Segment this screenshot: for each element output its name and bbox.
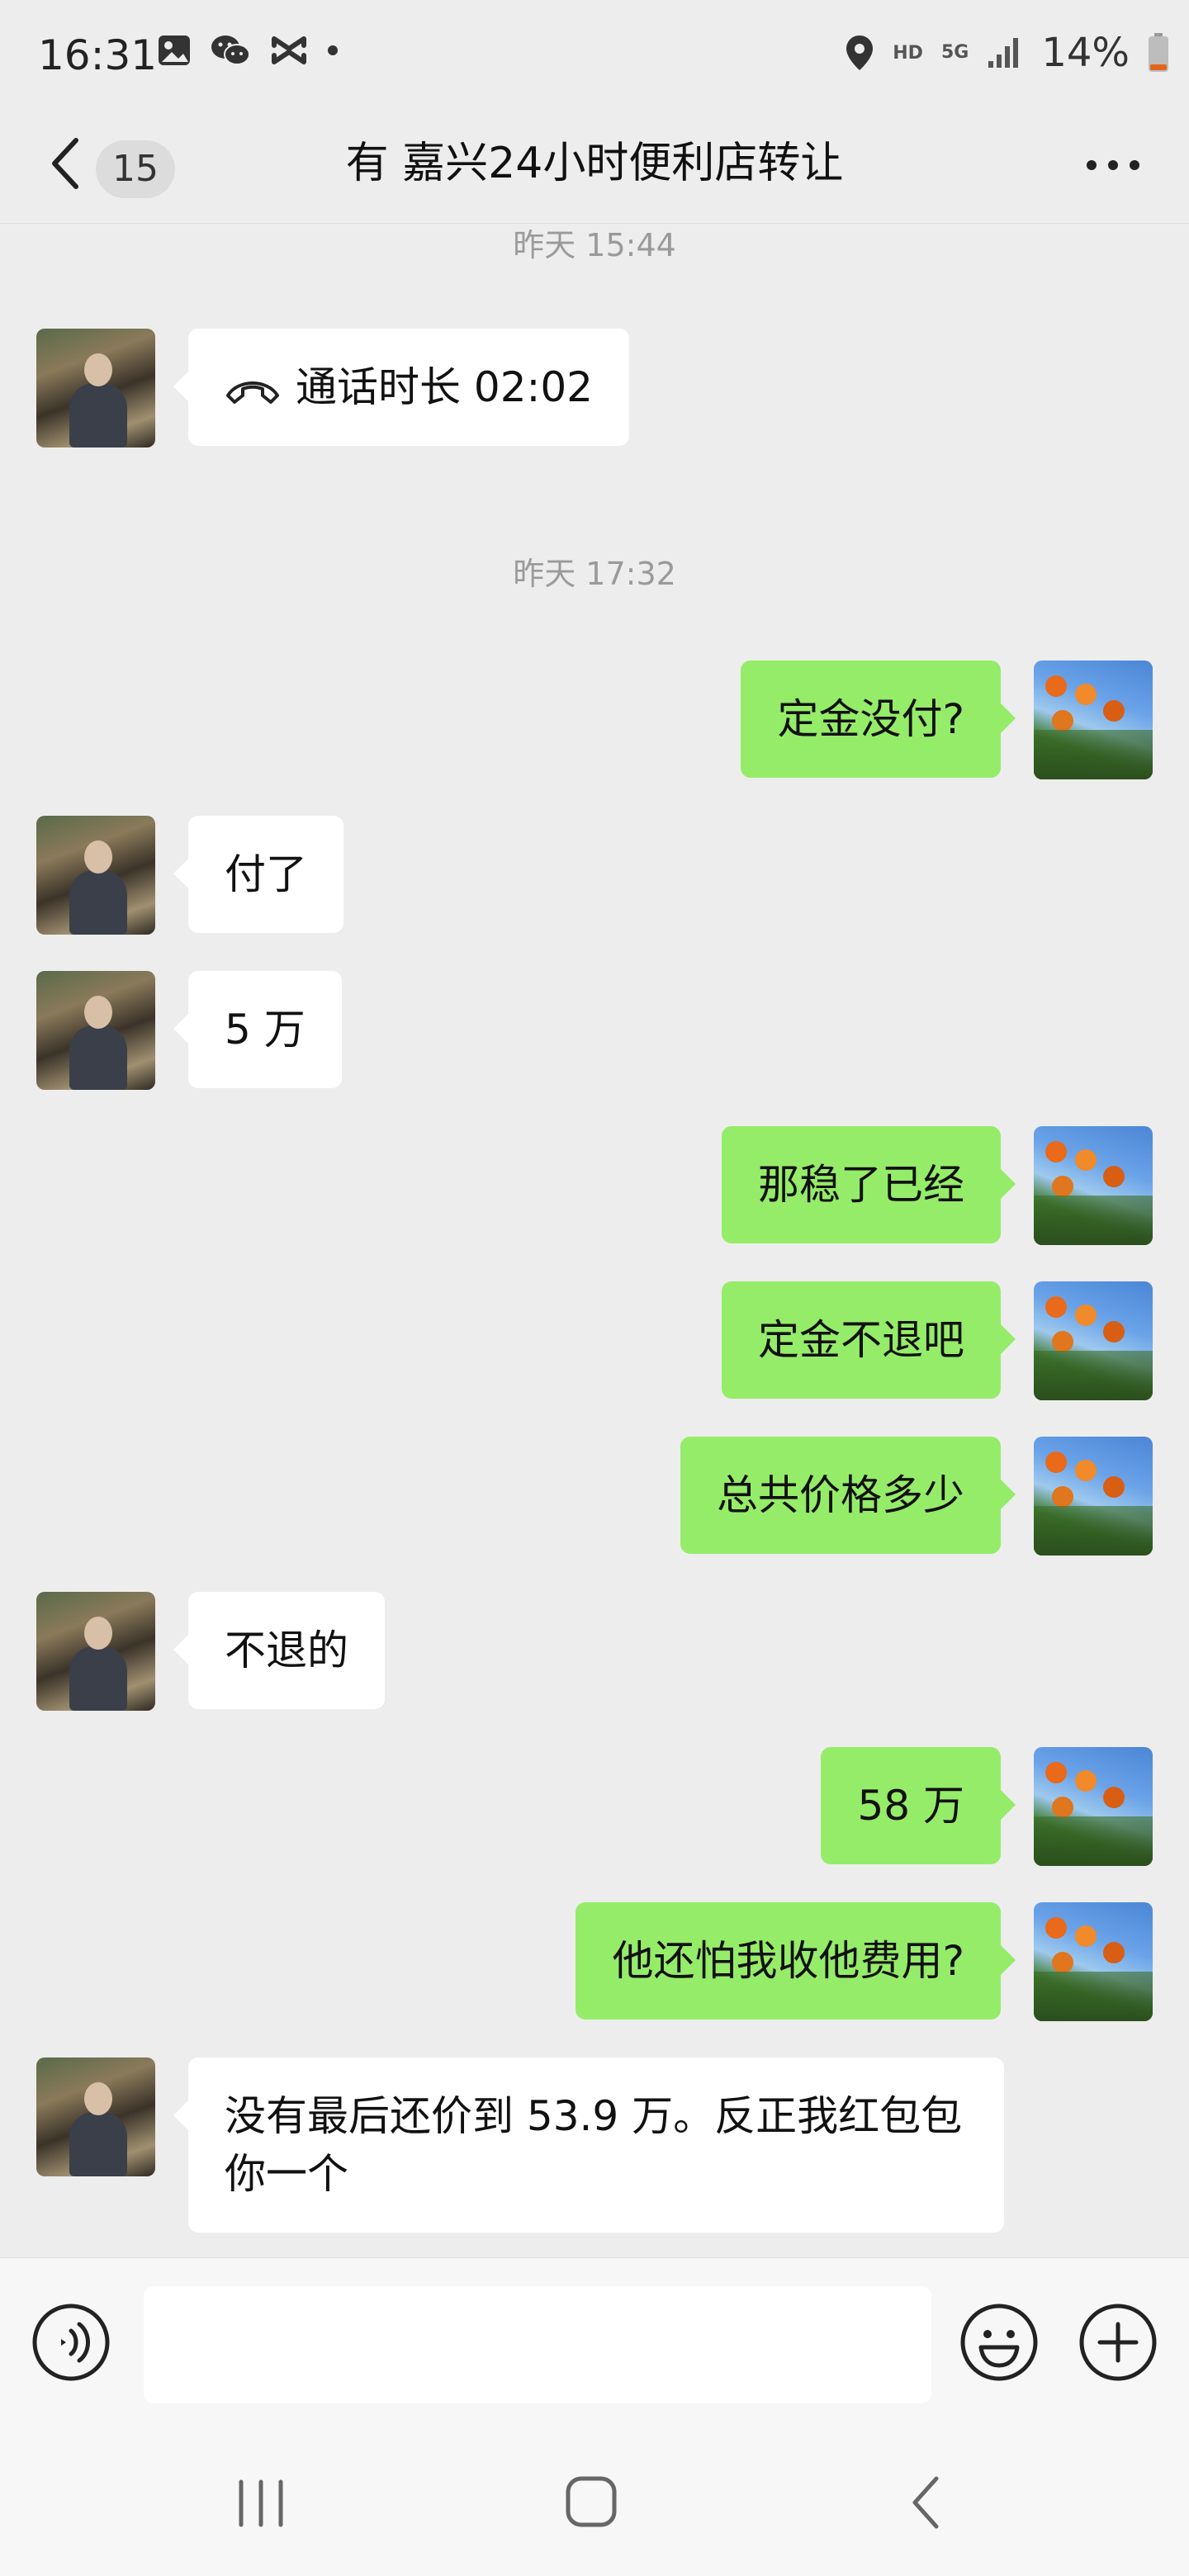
message-bubble-received[interactable]: 5 万 — [173, 971, 342, 1088]
avatar-me[interactable] — [1034, 661, 1153, 779]
avatar-me[interactable] — [1034, 1281, 1153, 1400]
avatar-me[interactable] — [1034, 1126, 1153, 1245]
more-notifications-dot-icon — [328, 45, 338, 55]
avatar-me[interactable] — [1034, 1902, 1153, 2021]
message-text: 他还怕我收他费用? — [612, 1937, 964, 1985]
avatar-other[interactable] — [36, 971, 155, 1090]
avatar-other[interactable] — [36, 2057, 155, 2176]
avatar-me[interactable] — [1034, 1437, 1153, 1556]
message-bubble-sent[interactable]: 他还怕我收他费用? — [576, 1902, 1016, 2020]
message-text: 那稳了已经 — [758, 1161, 964, 1209]
chat-title: 有 嘉兴24小时便利店转让 — [345, 139, 844, 188]
avatar-other[interactable] — [36, 1592, 155, 1711]
system-navigation-bar — [0, 2427, 1189, 2576]
message-bubble-received[interactable]: 付了 — [173, 816, 343, 933]
avatar-me[interactable] — [1034, 1747, 1153, 1866]
message-text: 不退的 — [225, 1627, 348, 1674]
avatar-other[interactable] — [36, 329, 155, 447]
capcut-icon — [272, 36, 306, 64]
input-bar — [0, 2257, 1189, 2428]
message-bubble-sent[interactable]: 58 万 — [821, 1747, 1016, 1864]
call-record-bubble[interactable]: 通话时长 02:02 — [173, 329, 629, 446]
message-text: 总共价格多少 — [717, 1471, 964, 1519]
message-input[interactable] — [144, 2286, 931, 2403]
message-bubble-sent[interactable]: 定金没付? — [741, 661, 1016, 778]
battery-percent: 14% — [1041, 30, 1130, 76]
timestamp: 昨天 15:44 — [513, 227, 676, 263]
recent-apps-icon[interactable] — [234, 2479, 287, 2528]
more-options-icon[interactable] — [1080, 140, 1146, 190]
status-bar: 16:31 HD 5G 14% — [0, 0, 1189, 107]
timestamp: 昨天 17:32 — [513, 556, 676, 592]
message-text: 定金不退吧 — [758, 1316, 964, 1364]
battery-icon — [1149, 33, 1168, 72]
system-icons: HD 5G 14% — [845, 30, 1169, 76]
message-bubble-sent[interactable]: 那稳了已经 — [722, 1126, 1016, 1243]
wechat-icon — [211, 36, 250, 65]
message-bubble-received[interactable]: 不退的 — [173, 1592, 385, 1709]
location-icon — [846, 36, 874, 70]
signal-icon — [988, 38, 1019, 68]
message-text: 5 万 — [225, 1006, 306, 1054]
gallery-icon — [159, 36, 190, 65]
chat-messages[interactable]: 昨天 15:44 通话时长 02:02 昨天 17:32 定金没付? 付了 5 … — [0, 223, 1189, 2257]
network-type: 5G — [940, 42, 969, 63]
status-time: 16:31 — [38, 31, 158, 79]
message-text: 定金没付? — [777, 695, 964, 743]
home-icon[interactable] — [565, 2475, 618, 2528]
phone-hangup-icon — [226, 381, 279, 404]
chat-header: 15 有 嘉兴24小时便利店转让 — [0, 107, 1189, 224]
voice-input-icon[interactable] — [31, 2303, 111, 2382]
message-bubble-sent[interactable]: 定金不退吧 — [722, 1281, 1016, 1399]
message-text: 付了 — [225, 850, 307, 898]
notification-icons — [157, 33, 339, 68]
nav-back-icon[interactable] — [905, 2474, 946, 2531]
message-bubble-received[interactable]: 没有最后还价到 53.9 万。反正我红包包你一个 — [173, 2057, 1004, 2233]
plus-icon[interactable] — [1078, 2303, 1158, 2382]
message-text: 58 万 — [857, 1782, 964, 1830]
hd-indicator: HD — [893, 42, 923, 64]
call-duration-text: 通话时长 02:02 — [296, 363, 593, 411]
emoji-icon[interactable] — [959, 2303, 1039, 2382]
message-text: 没有最后还价到 53.9 万。反正我红包包你一个 — [225, 2092, 963, 2198]
message-bubble-sent[interactable]: 总共价格多少 — [680, 1437, 1016, 1554]
avatar-other[interactable] — [36, 816, 155, 935]
